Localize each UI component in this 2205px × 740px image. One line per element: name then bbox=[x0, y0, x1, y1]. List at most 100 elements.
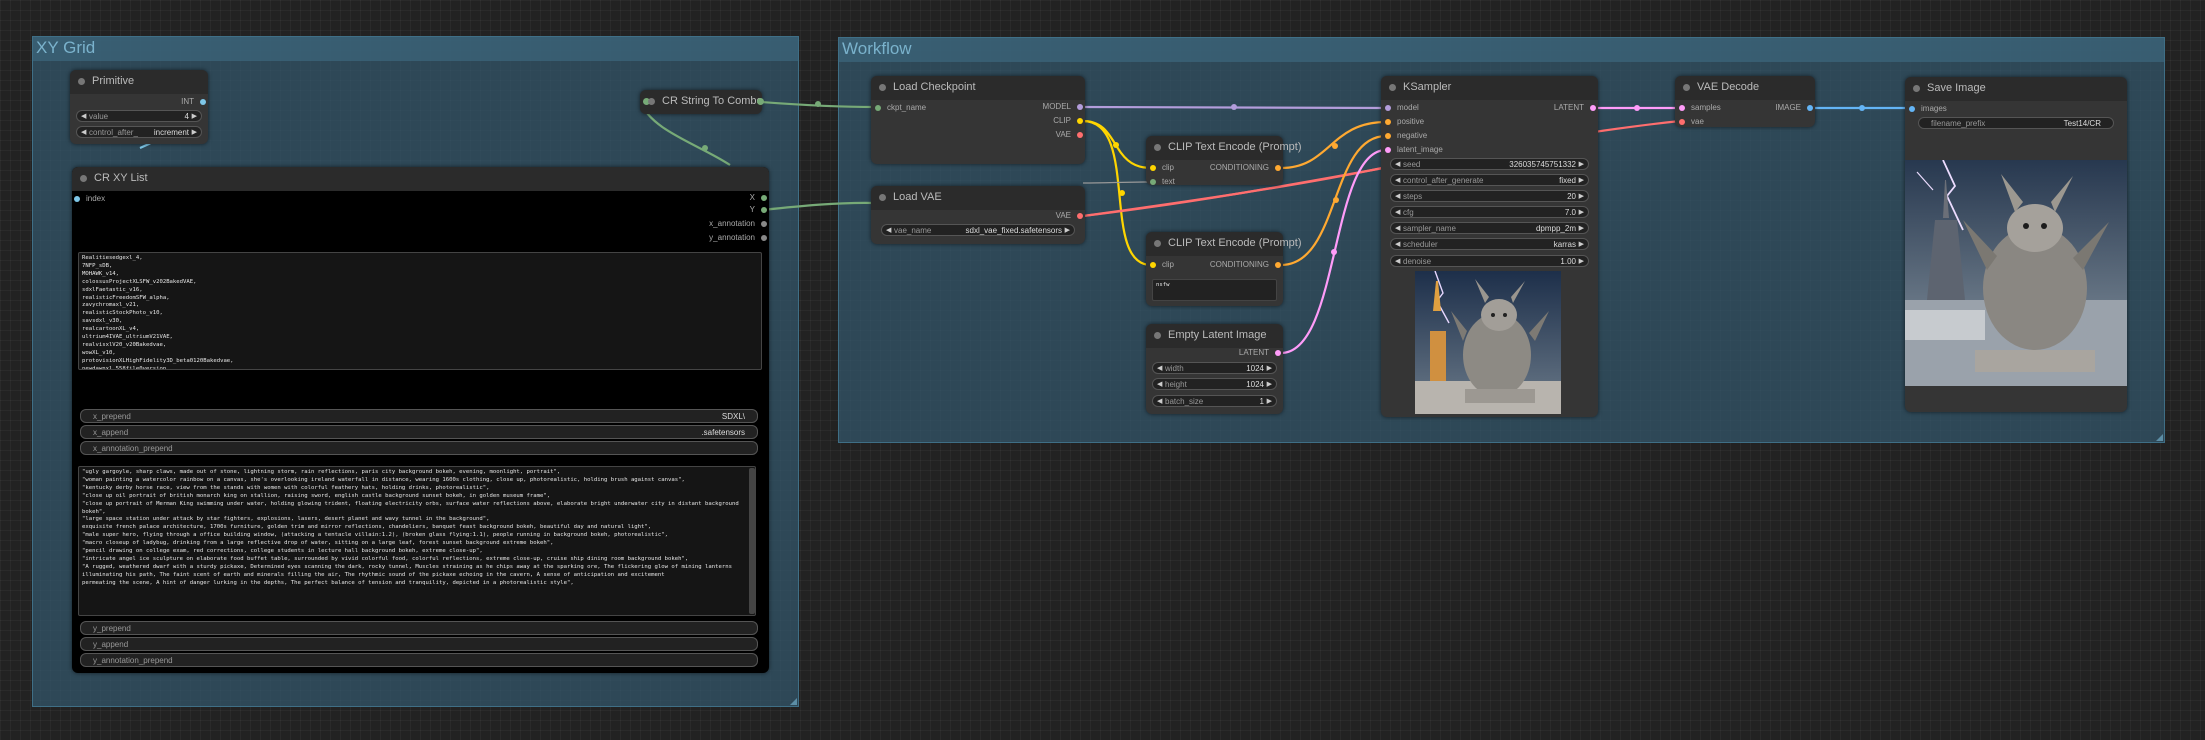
collapse-dot[interactable] bbox=[78, 78, 85, 85]
socket-dot[interactable] bbox=[1275, 165, 1281, 171]
arrow-left-icon[interactable]: ◀ bbox=[1157, 379, 1162, 391]
socket-dot[interactable] bbox=[1679, 119, 1685, 125]
collapse-dot[interactable] bbox=[1154, 240, 1161, 247]
widget-x-annotation-prepend[interactable]: x_annotation_prepend bbox=[80, 441, 758, 455]
node-header[interactable]: CLIP Text Encode (Prompt) bbox=[1146, 136, 1302, 160]
socket-dot[interactable] bbox=[1077, 118, 1083, 124]
collapse-dot[interactable] bbox=[1154, 144, 1161, 151]
collapse-dot[interactable] bbox=[1389, 84, 1396, 91]
arrow-left-icon[interactable]: ◀ bbox=[81, 127, 86, 139]
node-cr-xy-list[interactable]: CR XY List index X Y x_annotation y_anno… bbox=[72, 167, 769, 673]
arrow-left-icon[interactable]: ◀ bbox=[1395, 256, 1400, 268]
output-socket[interactable] bbox=[757, 98, 764, 105]
input-latent-image[interactable]: latent_image bbox=[1385, 145, 1443, 155]
node-save-image[interactable]: Save Image images filename_prefix Test14/… bbox=[1905, 77, 2127, 412]
widget-sampler-name[interactable]: ◀ sampler_name dpmpp_2m ▶ bbox=[1390, 222, 1589, 234]
arrow-right-icon[interactable]: ▶ bbox=[1579, 256, 1584, 268]
arrow-right-icon[interactable]: ▶ bbox=[192, 127, 197, 139]
arrow-right-icon[interactable]: ▶ bbox=[1579, 159, 1584, 171]
collapse-dot[interactable] bbox=[879, 194, 886, 201]
widget-vae-name[interactable]: ◀ vae_name sdxl_vae_fixed.safetensors ▶ bbox=[881, 224, 1075, 236]
collapse-dot[interactable] bbox=[1683, 84, 1690, 91]
arrow-left-icon[interactable]: ◀ bbox=[1395, 159, 1400, 171]
output-clip[interactable]: CLIP bbox=[1053, 116, 1083, 126]
arrow-left-icon[interactable]: ◀ bbox=[1157, 363, 1162, 375]
node-load-vae[interactable]: Load VAE VAE ◀ vae_name sdxl_vae_fixed.saf… bbox=[871, 186, 1085, 244]
node-header[interactable]: KSampler bbox=[1381, 76, 1598, 100]
input-model[interactable]: model bbox=[1385, 103, 1419, 113]
widget-y-append[interactable]: y_append bbox=[80, 637, 758, 651]
node-empty-latent-image[interactable]: Empty Latent Image LATENT ◀ width 1024 ▶ ◀ h… bbox=[1146, 324, 1283, 414]
arrow-left-icon[interactable]: ◀ bbox=[886, 225, 891, 237]
output-vae[interactable]: VAE bbox=[1056, 211, 1083, 221]
node-cr-string-to-combo[interactable]: CR String To Combo bbox=[640, 90, 764, 114]
node-header[interactable]: VAE Decode bbox=[1675, 76, 1815, 100]
arrow-left-icon[interactable]: ◀ bbox=[1395, 191, 1400, 203]
node-clip-text-encode-positive[interactable]: CLIP Text Encode (Prompt) clip text COND… bbox=[1146, 136, 1302, 186]
widget-height[interactable]: ◀ height 1024 ▶ bbox=[1152, 378, 1277, 390]
socket-dot[interactable] bbox=[1077, 104, 1083, 110]
widget-y-prepend[interactable]: y_prepend bbox=[80, 621, 758, 635]
collapse-dot[interactable] bbox=[1913, 85, 1920, 92]
negative-prompt-textarea[interactable]: nsfw bbox=[1152, 279, 1277, 301]
node-header[interactable]: CLIP Text Encode (Prompt) bbox=[1146, 232, 1302, 256]
socket-dot[interactable] bbox=[1385, 147, 1391, 153]
node-header[interactable]: Load VAE bbox=[871, 186, 1085, 210]
socket-dot[interactable] bbox=[1385, 105, 1391, 111]
arrow-right-icon[interactable]: ▶ bbox=[1579, 191, 1584, 203]
node-header[interactable]: Save Image bbox=[1905, 77, 2127, 101]
socket-dot[interactable] bbox=[1385, 133, 1391, 139]
socket-dot[interactable] bbox=[1385, 119, 1391, 125]
arrow-left-icon[interactable]: ◀ bbox=[1157, 396, 1162, 408]
arrow-right-icon[interactable]: ▶ bbox=[192, 111, 197, 123]
widget-x-prepend[interactable]: x_prepend SDXL\ bbox=[80, 409, 758, 423]
socket-dot[interactable] bbox=[1807, 105, 1813, 111]
node-ksampler[interactable]: KSampler model positive negative latent_… bbox=[1381, 76, 1598, 417]
output-latent[interactable]: LATENT bbox=[1239, 348, 1281, 358]
output-y[interactable]: Y bbox=[750, 205, 767, 215]
node-header[interactable]: CR String To Combo bbox=[640, 90, 763, 114]
output-x-annotation[interactable]: x_annotation bbox=[709, 219, 767, 229]
socket-dot[interactable] bbox=[1275, 262, 1281, 268]
input-ckpt-name[interactable]: ckpt_name bbox=[875, 103, 926, 113]
socket-dot[interactable] bbox=[761, 195, 767, 201]
widget-control-after[interactable]: ◀ control_after_ increment ▶ bbox=[76, 126, 202, 138]
input-positive[interactable]: positive bbox=[1385, 117, 1424, 127]
arrow-left-icon[interactable]: ◀ bbox=[1395, 175, 1400, 187]
node-clip-text-encode-negative[interactable]: CLIP Text Encode (Prompt) clip CONDITION… bbox=[1146, 232, 1302, 306]
widget-filename-prefix[interactable]: filename_prefix Test14/CR bbox=[1918, 117, 2114, 129]
x-list-textarea[interactable]: Realitiesedgexl_4, 7NFP_sDB, MOHAWK_v14,… bbox=[78, 252, 762, 370]
collapse-dot[interactable] bbox=[879, 84, 886, 91]
widget-denoise[interactable]: ◀ denoise 1.00 ▶ bbox=[1390, 255, 1589, 267]
arrow-left-icon[interactable]: ◀ bbox=[1395, 207, 1400, 219]
arrow-left-icon[interactable]: ◀ bbox=[1395, 239, 1400, 251]
node-header[interactable]: Primitive bbox=[70, 70, 208, 94]
input-images[interactable]: images bbox=[1909, 104, 1947, 114]
arrow-left-icon[interactable]: ◀ bbox=[1395, 223, 1400, 235]
socket-dot[interactable] bbox=[1909, 106, 1915, 112]
socket-dot[interactable] bbox=[1150, 179, 1156, 185]
collapse-dot[interactable] bbox=[80, 175, 87, 182]
input-samples[interactable]: samples bbox=[1679, 103, 1721, 113]
widget-control-after-generate[interactable]: ◀ control_after_generate fixed ▶ bbox=[1390, 174, 1589, 186]
output-conditioning[interactable]: CONDITIONING bbox=[1210, 260, 1281, 270]
arrow-right-icon[interactable]: ▶ bbox=[1065, 225, 1070, 237]
output-vae[interactable]: VAE bbox=[1056, 130, 1083, 140]
output-latent[interactable]: LATENT bbox=[1554, 103, 1596, 113]
socket-dot[interactable] bbox=[761, 221, 767, 227]
node-header[interactable]: Load Checkpoint bbox=[871, 76, 1085, 100]
widget-steps[interactable]: ◀ steps 20 ▶ bbox=[1390, 190, 1589, 202]
socket-dot[interactable] bbox=[1590, 105, 1596, 111]
y-list-scrollbar[interactable] bbox=[749, 468, 755, 614]
socket-dot[interactable] bbox=[74, 196, 80, 202]
widget-x-append[interactable]: x_append .safetensors bbox=[80, 425, 758, 439]
output-x[interactable]: X bbox=[750, 193, 767, 203]
output-y-annotation[interactable]: y_annotation bbox=[709, 233, 767, 243]
socket-dot[interactable] bbox=[875, 105, 881, 111]
node-header[interactable]: CR XY List bbox=[72, 167, 769, 191]
arrow-right-icon[interactable]: ▶ bbox=[1267, 363, 1272, 375]
widget-cfg[interactable]: ◀ cfg 7.0 ▶ bbox=[1390, 206, 1589, 218]
arrow-right-icon[interactable]: ▶ bbox=[1579, 223, 1584, 235]
widget-width[interactable]: ◀ width 1024 ▶ bbox=[1152, 362, 1277, 374]
socket-dot[interactable] bbox=[1077, 132, 1083, 138]
